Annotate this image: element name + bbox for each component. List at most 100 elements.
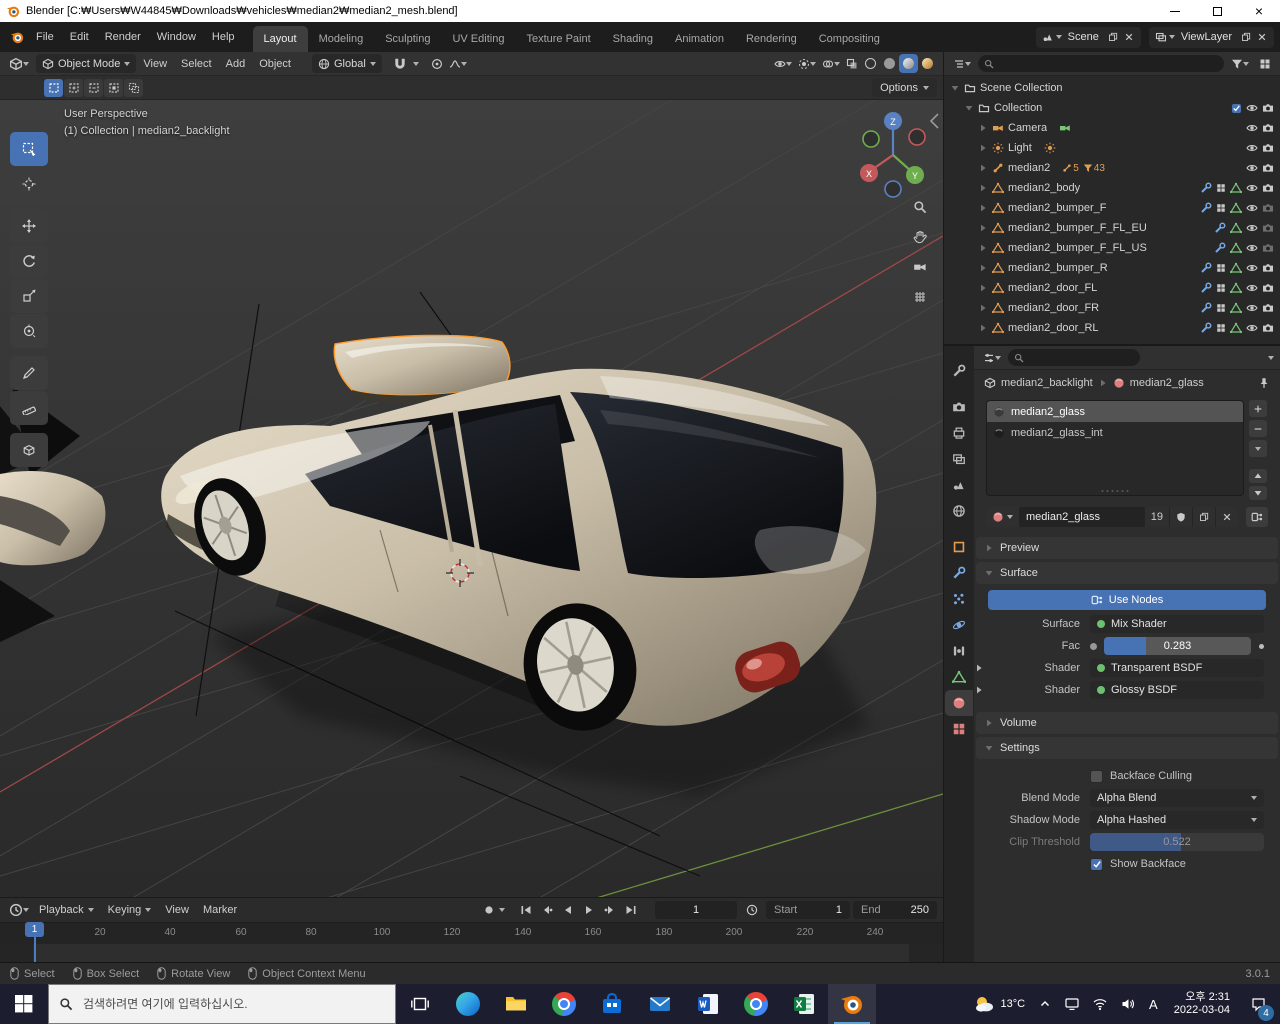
perspective-toggle-button[interactable]	[909, 286, 931, 308]
expand-icon[interactable]	[964, 103, 974, 113]
props-tab-output[interactable]	[945, 420, 973, 446]
viewport-3d[interactable]: Z X Y User Perspective (1) Collection | …	[0, 100, 943, 897]
surface-panel-header[interactable]: Surface	[976, 562, 1278, 584]
workspace-tab-compositing[interactable]: Compositing	[808, 26, 891, 52]
resize-grip[interactable]	[1102, 490, 1129, 492]
props-tab-view-layer[interactable]	[945, 446, 973, 472]
outliner-filter-button[interactable]	[1228, 54, 1252, 73]
pin-icon[interactable]	[1258, 377, 1270, 389]
outliner-row-mesh[interactable]: median2_body	[944, 178, 1280, 198]
props-tab-object-data[interactable]	[945, 664, 973, 690]
menu-add[interactable]: Add	[219, 55, 253, 73]
outliner-row-mesh[interactable]: median2_door_FL	[944, 278, 1280, 298]
xray-toggle[interactable]	[843, 54, 861, 73]
breadcrumb-object[interactable]: median2_backlight	[1001, 377, 1093, 389]
collection-checkbox[interactable]	[1231, 103, 1242, 114]
shader1-dropdown[interactable]: Transparent BSDF	[1090, 659, 1264, 677]
viewport-canvas[interactable]: Z X Y	[0, 100, 943, 897]
tool-select-box[interactable]	[10, 132, 48, 166]
shading-rendered-button[interactable]	[918, 54, 937, 73]
show-backface-checkbox[interactable]	[1090, 858, 1103, 871]
move-slot-down-button[interactable]	[1249, 486, 1267, 500]
expand-icon[interactable]	[978, 223, 988, 233]
render-visibility-icon[interactable]	[1262, 322, 1274, 334]
outliner-item-label[interactable]: median2	[1008, 162, 1050, 174]
scene-selector[interactable]: Scene	[1036, 27, 1141, 48]
render-visibility-icon[interactable]	[1262, 302, 1274, 314]
settings-panel-header[interactable]: Settings	[976, 737, 1278, 759]
remove-view-layer-icon[interactable]	[1254, 29, 1270, 45]
render-visibility-icon[interactable]	[1262, 242, 1274, 254]
timeline-ruler[interactable]: 20 40 60 80 100 120 140 160 180 200 220 …	[0, 922, 943, 944]
menu-window[interactable]: Window	[149, 26, 204, 48]
workspace-tab-sculpting[interactable]: Sculpting	[374, 26, 441, 52]
shading-wireframe-button[interactable]	[861, 54, 880, 73]
material-slot[interactable]: median2_glass_int	[987, 422, 1243, 443]
hide-eye-icon[interactable]	[1246, 142, 1258, 154]
select-mode-subtract-button[interactable]	[84, 79, 103, 97]
slot-specials-button[interactable]	[1249, 440, 1267, 457]
expand-icon[interactable]	[978, 243, 988, 253]
menu-file[interactable]: File	[28, 26, 62, 48]
unlink-material-button[interactable]	[1216, 507, 1238, 527]
pan-tool-button[interactable]	[909, 226, 931, 248]
restore-button[interactable]	[1196, 0, 1238, 22]
taskbar-app-mail[interactable]	[636, 984, 684, 1024]
props-tab-tool[interactable]	[945, 358, 973, 384]
previous-keyframe-button[interactable]	[536, 902, 557, 919]
expand-icon[interactable]	[974, 685, 984, 695]
menu-help[interactable]: Help	[204, 26, 243, 48]
menu-select[interactable]: Select	[174, 55, 219, 73]
hide-eye-icon[interactable]	[1246, 302, 1258, 314]
outliner-item-label[interactable]: Collection	[994, 102, 1042, 114]
overlays-dropdown[interactable]	[819, 54, 843, 73]
expand-icon[interactable]	[978, 263, 988, 273]
hide-eye-icon[interactable]	[1246, 322, 1258, 334]
clip-threshold-slider[interactable]: 0.522	[1090, 833, 1264, 851]
select-mode-extend-button[interactable]	[64, 79, 83, 97]
props-tab-particles[interactable]	[945, 586, 973, 612]
render-visibility-icon[interactable]	[1262, 122, 1274, 134]
start-button[interactable]	[0, 984, 48, 1024]
remove-slot-button[interactable]	[1249, 420, 1267, 437]
expand-icon[interactable]	[974, 663, 984, 673]
move-slot-up-button[interactable]	[1249, 469, 1267, 483]
proportional-editing-toggle[interactable]	[428, 54, 446, 73]
outliner-row-mesh[interactable]: median2_door_FR	[944, 298, 1280, 318]
view-layer-selector[interactable]: ViewLayer	[1149, 27, 1274, 48]
tool-rotate[interactable]	[10, 244, 48, 278]
view-layer-name[interactable]: ViewLayer	[1175, 31, 1238, 43]
outliner-row-scene-collection[interactable]: Scene Collection	[944, 78, 1280, 98]
props-tab-world[interactable]	[945, 498, 973, 524]
hide-eye-icon[interactable]	[1246, 222, 1258, 234]
outliner-item-label[interactable]: median2_bumper_F_FL_US	[1008, 242, 1147, 254]
menu-edit[interactable]: Edit	[62, 26, 97, 48]
workspace-tab-rendering[interactable]: R​endering	[735, 26, 808, 52]
play-reverse-button[interactable]	[557, 902, 578, 919]
props-tab-texture[interactable]	[945, 716, 973, 742]
properties-options-dropdown[interactable]	[1268, 356, 1274, 360]
taskbar-search-input[interactable]	[49, 985, 395, 1023]
menu-marker[interactable]: Marker	[196, 901, 244, 919]
task-view-button[interactable]	[396, 984, 444, 1024]
expand-icon[interactable]	[978, 143, 988, 153]
render-visibility-icon[interactable]	[1262, 202, 1274, 214]
frame-end-field[interactable]: End250	[853, 901, 937, 919]
duplicate-scene-icon[interactable]	[1105, 29, 1121, 45]
expand-icon[interactable]	[978, 303, 988, 313]
workspace-tab-animation[interactable]: Animation	[664, 26, 735, 52]
render-visibility-icon[interactable]	[1262, 262, 1274, 274]
play-button[interactable]	[578, 902, 599, 919]
material-slot-selected[interactable]: median2_glass	[987, 401, 1243, 422]
tray-network-button[interactable]	[1087, 984, 1113, 1024]
outliner-row-camera[interactable]: Camera	[944, 118, 1280, 138]
outliner-row-collection[interactable]: Collection	[944, 98, 1280, 118]
outliner-item-label[interactable]: median2_door_FL	[1008, 282, 1097, 294]
workspace-tab-uv-editing[interactable]: UV Editing	[441, 26, 515, 52]
playhead-marker[interactable]: 1	[25, 922, 44, 937]
surface-shader-dropdown[interactable]: Mix Shader	[1090, 615, 1264, 633]
tray-volume-button[interactable]	[1115, 984, 1141, 1024]
tool-move[interactable]	[10, 209, 48, 243]
jump-to-end-button[interactable]	[620, 902, 641, 919]
outliner-item-label[interactable]: Scene Collection	[980, 82, 1063, 94]
